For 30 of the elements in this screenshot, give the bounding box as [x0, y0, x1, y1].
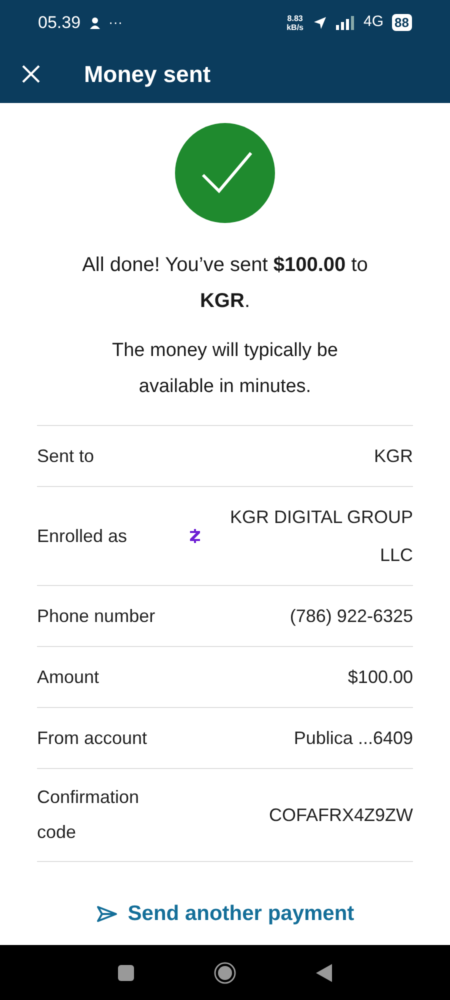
detail-value: Publica ...6409	[292, 727, 413, 750]
availability-note: The money will typically be available in minutes.	[111, 339, 339, 399]
home-icon[interactable]	[214, 962, 236, 984]
battery-level: 88	[392, 14, 412, 31]
send-icon	[96, 904, 118, 923]
signal-icon	[336, 16, 356, 30]
person-icon	[88, 16, 101, 28]
more-indicator: ···	[108, 13, 123, 32]
detail-label: Confirmation code	[37, 786, 140, 844]
zelle-icon	[190, 529, 200, 543]
network-speed: 8.83 kB/s	[286, 14, 304, 32]
detail-label: Amount	[37, 666, 100, 688]
detail-value: $100.00	[346, 666, 413, 689]
network-type: 4G	[364, 12, 384, 32]
detail-value: COFAFRX4Z9ZW	[268, 804, 413, 827]
detail-label: Enrolled as	[37, 524, 128, 548]
airplane-icon	[312, 14, 328, 30]
detail-label: Sent to	[37, 444, 96, 468]
checkmark-icon	[175, 123, 275, 223]
detail-label: From account	[37, 726, 148, 750]
detail-label: Phone number	[37, 604, 156, 628]
back-icon[interactable]	[316, 964, 332, 982]
confirmation-message: All done! You’ve sent $100.00 to KGR.	[81, 253, 369, 314]
status-time: 05.39	[38, 12, 81, 34]
header-title: Money sent	[84, 60, 211, 89]
detail-value: KGR DIGITAL GROUP LLC	[228, 506, 413, 567]
detail-value: KGR	[372, 445, 413, 468]
recent-apps-icon[interactable]	[118, 964, 134, 980]
send-another-payment-button[interactable]: Send another payment	[96, 898, 354, 930]
detail-value: (786) 922-6325	[288, 605, 413, 628]
